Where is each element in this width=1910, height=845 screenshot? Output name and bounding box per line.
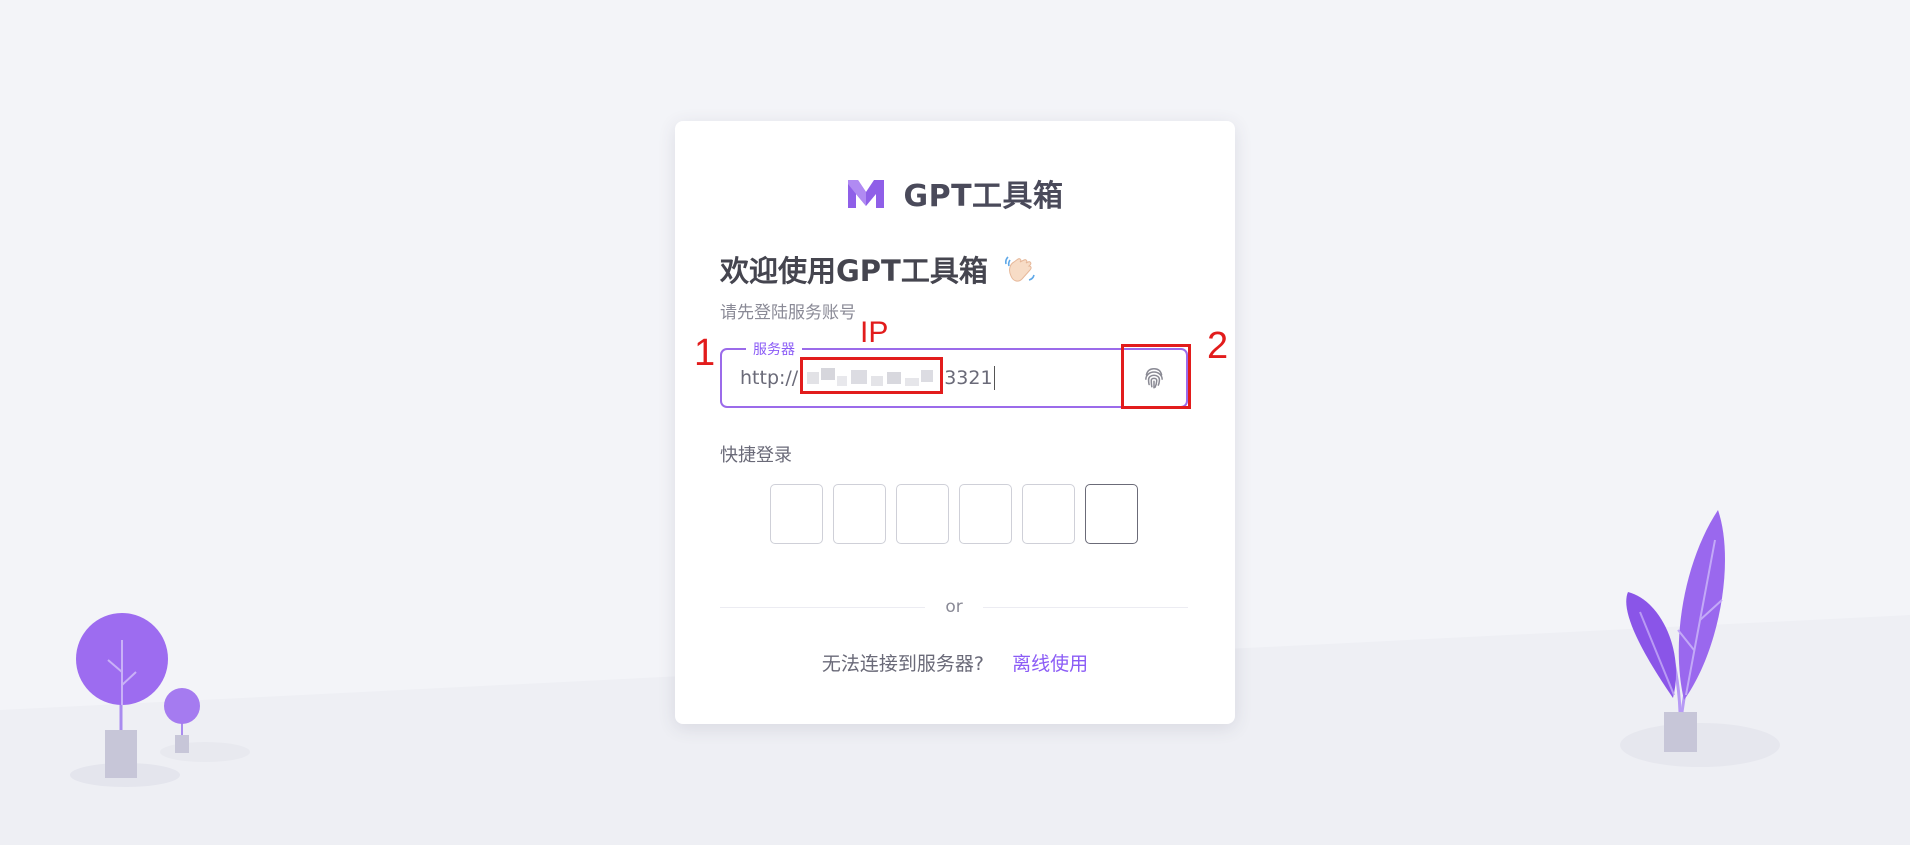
divider-line-left xyxy=(720,606,926,608)
offline-footer: 无法连接到服务器? 离线使用 xyxy=(675,649,1235,676)
or-divider: or xyxy=(720,595,1189,619)
brand-header: GPT工具箱 xyxy=(675,173,1235,214)
code-box-6[interactable] xyxy=(1085,484,1138,544)
server-input-suffix: 3321 xyxy=(944,367,993,389)
right-plant-illustration xyxy=(1620,510,1780,767)
offline-use-link[interactable]: 离线使用 xyxy=(1012,653,1088,675)
code-box-3[interactable] xyxy=(896,484,949,544)
left-tree-illustration xyxy=(70,613,250,787)
brand-name: GPT工具箱 xyxy=(903,179,1064,214)
divider-line-right xyxy=(982,606,1189,608)
server-field[interactable]: 服务器 http:// 3321 xyxy=(720,339,1188,408)
annotation-marker-1: 1 xyxy=(694,332,716,374)
annotation-ip-box xyxy=(800,357,943,394)
login-card: GPT工具箱 欢迎使用GPT工具箱 请先登陆服务账号 服务器 http:// 3… xyxy=(675,121,1235,724)
login-subtitle: 请先登陆服务账号 xyxy=(720,303,856,323)
annotation-ip-label: IP xyxy=(860,316,889,349)
code-box-5[interactable] xyxy=(1022,484,1075,544)
annotation-fingerprint-box xyxy=(1121,344,1191,409)
text-cursor xyxy=(993,366,995,390)
code-box-2[interactable] xyxy=(833,484,886,544)
m-logo-icon xyxy=(848,180,885,208)
server-input-prefix: http:// xyxy=(740,367,799,389)
annotation-marker-2: 2 xyxy=(1207,325,1229,367)
or-divider-text: or xyxy=(945,597,963,617)
waving-hand-icon xyxy=(1004,256,1035,282)
code-box-4[interactable] xyxy=(959,484,1012,544)
cant-connect-text: 无法连接到服务器? xyxy=(821,653,985,675)
quick-login-label: 快捷登录 xyxy=(720,445,792,466)
page-title: 欢迎使用GPT工具箱 xyxy=(720,254,988,288)
code-box-1[interactable] xyxy=(770,484,823,544)
welcome-heading: 欢迎使用GPT工具箱 xyxy=(720,249,1036,289)
quick-login-code-boxes xyxy=(770,484,1148,544)
